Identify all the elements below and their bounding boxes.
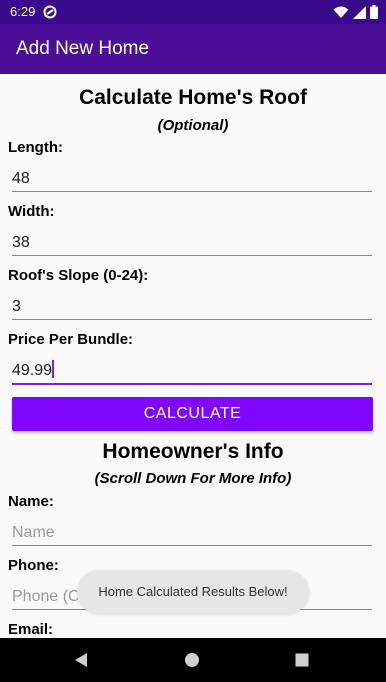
length-value: 48 — [12, 170, 30, 187]
roof-slope-field[interactable]: 3 — [12, 293, 372, 320]
homeowner-section-title: Homeowner's Info — [102, 440, 284, 463]
roof-slope-value: 3 — [12, 298, 21, 315]
width-field[interactable]: 38 — [12, 229, 372, 256]
status-icons — [333, 5, 378, 22]
back-icon[interactable] — [72, 650, 92, 670]
signal-icon — [353, 5, 366, 22]
price-per-bundle-field[interactable]: 49.99 — [12, 357, 372, 385]
app-bar: Add New Home — [0, 24, 386, 74]
status-bar: 6:29 — [0, 0, 386, 24]
roof-section-subtitle: (Optional) — [157, 117, 229, 134]
page-title: Add New Home — [16, 38, 150, 59]
price-per-bundle-value: 49.99 — [12, 362, 53, 379]
phone-label: Phone: — [8, 557, 59, 574]
length-field[interactable]: 48 — [12, 165, 372, 192]
price-per-bundle-value-wrap: 49.99 — [12, 360, 55, 380]
roof-section-title: Calculate Home's Roof — [79, 86, 307, 109]
wifi-icon — [333, 6, 349, 22]
name-placeholder: Name — [12, 524, 55, 541]
screen: 6:29 Add New Home Calculate Home's Roof … — [0, 0, 386, 682]
name-label: Name: — [8, 493, 54, 510]
sync-icon — [43, 5, 57, 19]
email-label: Email: — [8, 621, 54, 638]
price-per-bundle-label: Price Per Bundle: — [8, 331, 134, 348]
toast-message: Home Calculated Results Below! — [77, 570, 309, 614]
roof-slope-label: Roof's Slope (0-24): — [8, 267, 149, 284]
form-content[interactable]: Calculate Home's Roof (Optional) Length:… — [0, 74, 386, 638]
battery-icon — [370, 5, 378, 22]
calculate-button[interactable]: CALCULATE — [12, 397, 373, 431]
recents-icon[interactable] — [292, 650, 312, 670]
system-nav-bar — [0, 638, 386, 682]
homeowner-section-subtitle: (Scroll Down For More Info) — [94, 470, 292, 487]
status-time: 6:29 — [10, 4, 36, 19]
width-label: Width: — [8, 203, 55, 220]
text-caret — [52, 360, 55, 378]
name-field[interactable]: Name — [12, 519, 372, 546]
home-icon[interactable] — [182, 650, 202, 670]
width-value: 38 — [12, 234, 30, 251]
length-label: Length: — [8, 139, 63, 156]
